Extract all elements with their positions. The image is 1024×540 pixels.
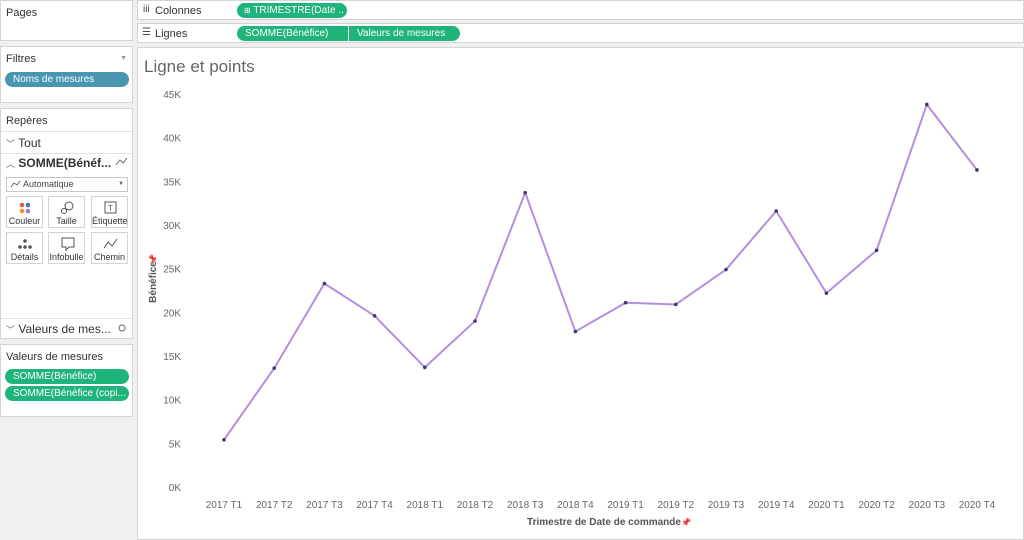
path-button[interactable]: Chemin (91, 232, 128, 264)
size-button[interactable]: Taille (48, 196, 85, 228)
label-button[interactable]: T Étiquette (91, 196, 128, 228)
marks-measure-row[interactable]: ︿ SOMME(Bénéf... (6, 156, 111, 170)
rows-shelf: ☰ Lignes SOMME(Bénéfice) Valeurs de mesu… (137, 23, 1024, 43)
color-label: Couleur (8, 216, 41, 226)
chevron-down-icon: ▼ (118, 181, 124, 187)
rows-label: Lignes (155, 28, 188, 40)
line-mark-icon (10, 180, 21, 188)
marks-all-label: Tout (18, 136, 41, 150)
chevron-up-icon: ︿ (6, 159, 16, 169)
filter-pill-measure-names[interactable]: Noms de mesures (5, 72, 129, 87)
measure-values-title: Valeurs de mesures (6, 351, 104, 363)
marks-measure-label: SOMME(Bénéf... (18, 156, 112, 170)
detail-label: Détails (10, 252, 39, 262)
chevron-down-icon: ﹀ (6, 139, 16, 149)
path-label: Chemin (93, 252, 125, 262)
color-icon (19, 202, 31, 214)
measure-values-panel: Valeurs de mesures SOMME(Bénéfice) SOMME… (0, 344, 133, 417)
label-label: Étiquette (92, 216, 128, 226)
line-mark-icon (116, 158, 128, 166)
marks-values-row[interactable]: ﹀ Valeurs de mes... (6, 322, 111, 336)
chart-title: Ligne et points (144, 57, 255, 76)
columns-pill-quarter[interactable]: ⊞ TRIMESTRE(Date .. (237, 3, 347, 18)
pages-title: Pages (6, 7, 38, 19)
rows-icon: ☰ (142, 27, 151, 38)
tooltip-label: Infobulle (49, 252, 84, 262)
filters-panel: Filtres ▼ Noms de mesures (0, 46, 133, 103)
size-icon (61, 201, 74, 214)
columns-label: Colonnes (155, 5, 202, 17)
filters-title: Filtres (6, 53, 36, 65)
color-button[interactable]: Couleur (6, 196, 43, 228)
tooltip-icon (61, 237, 75, 252)
detail-icon (18, 239, 32, 249)
columns-icon: iii (143, 4, 150, 15)
columns-pill-label: TRIMESTRE(Date .. (253, 5, 344, 16)
detail-button[interactable]: Détails (6, 232, 43, 264)
marks-values-label: Valeurs de mes... (18, 322, 111, 336)
pages-panel: Pages (0, 0, 133, 41)
svg-text:T: T (108, 204, 113, 213)
circle-mark-icon (118, 324, 126, 332)
tooltip-button[interactable]: Infobulle (48, 232, 85, 264)
mark-type-label: Automatique (23, 179, 74, 189)
mark-type-dropdown[interactable]: Automatique ▼ (6, 177, 128, 192)
path-icon (103, 238, 118, 249)
size-label: Taille (56, 216, 77, 226)
text-label-icon: T (104, 201, 117, 214)
measure-pill-profit-copy[interactable]: SOMME(Bénéfice (copi... (5, 386, 129, 401)
rows-pill-profit[interactable]: SOMME(Bénéfice) (237, 26, 348, 41)
marks-panel: Repères ﹀ Tout ︿ SOMME(Bénéf... Automati… (0, 108, 133, 339)
marks-title: Repères (6, 115, 48, 127)
chart-panel (137, 47, 1024, 540)
marks-all-row[interactable]: ﹀ Tout (6, 136, 41, 150)
filters-dropdown-icon[interactable]: ▼ (120, 55, 127, 62)
measure-pill-profit[interactable]: SOMME(Bénéfice) (5, 369, 129, 384)
expand-icon: ⊞ (244, 6, 251, 15)
chevron-down-icon: ﹀ (6, 325, 16, 335)
rows-pill-measure-values[interactable]: Valeurs de mesures (349, 26, 460, 41)
columns-shelf: iii Colonnes ⊞ TRIMESTRE(Date .. (137, 0, 1024, 20)
